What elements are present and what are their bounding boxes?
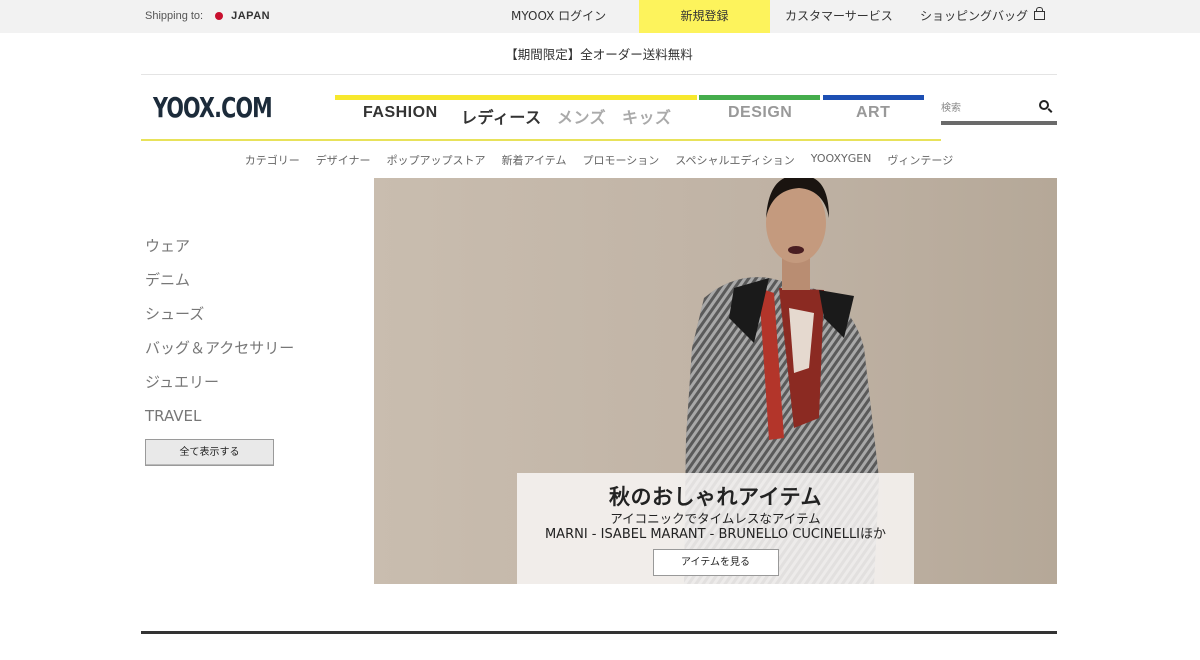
promo-banner[interactable]: 【期間限定】全オーダー送料無料 bbox=[141, 33, 1057, 75]
shipping-country[interactable]: JAPAN bbox=[231, 10, 270, 22]
subnav-yooxygen[interactable]: YOOXYGEN bbox=[811, 152, 872, 168]
subnav-category[interactable]: カテゴリー bbox=[245, 152, 300, 168]
customer-service-link[interactable]: カスタマーサービス bbox=[785, 0, 893, 33]
nav-art[interactable]: ART bbox=[856, 104, 890, 122]
subnav-vintage[interactable]: ヴィンテージ bbox=[887, 152, 953, 168]
subnav-special-edition[interactable]: スペシャルエディション bbox=[675, 152, 794, 168]
japan-flag-icon bbox=[215, 12, 224, 20]
subnav-popup-store[interactable]: ポップアップストア bbox=[387, 152, 486, 168]
sub-navigation: カテゴリー デザイナー ポップアップストア 新着アイテム プロモーション スペシ… bbox=[141, 152, 1057, 168]
register-button[interactable]: 新規登録 bbox=[639, 0, 770, 33]
hero-banner[interactable]: 秋のおしゃれアイテム アイコニックでタイムレスなアイテム MARNI - ISA… bbox=[374, 178, 1057, 584]
category-list: ウェア デニム シューズ バッグ＆アクセサリー ジュエリー TRAVEL bbox=[145, 236, 294, 440]
category-jewelry[interactable]: ジュエリー bbox=[145, 372, 294, 406]
hero-brands: MARNI - ISABEL MARANT - BRUNELLO CUCINEL… bbox=[544, 527, 887, 542]
shopping-bag-link[interactable]: ショッピングバッグ bbox=[920, 0, 1046, 33]
nav-design[interactable]: DESIGN bbox=[728, 104, 792, 122]
design-color-bar bbox=[699, 95, 820, 100]
art-color-bar bbox=[823, 95, 924, 100]
search-box bbox=[941, 96, 1057, 125]
header-divider bbox=[141, 139, 941, 141]
nav-mens[interactable]: メンズ bbox=[557, 104, 606, 128]
hero-subtitle: アイコニックでタイムレスなアイテム bbox=[610, 511, 821, 526]
search-icon[interactable] bbox=[1039, 100, 1049, 110]
subnav-promotion[interactable]: プロモーション bbox=[582, 152, 659, 168]
subnav-designer[interactable]: デザイナー bbox=[316, 152, 371, 168]
nav-fashion[interactable]: FASHION bbox=[363, 104, 438, 122]
show-all-button[interactable]: 全て表示する bbox=[145, 439, 274, 466]
shipping-label: Shipping to: bbox=[145, 10, 204, 22]
search-input[interactable] bbox=[941, 98, 1031, 119]
view-items-button[interactable]: アイテムを見る bbox=[652, 549, 779, 576]
shopping-bag-icon bbox=[1034, 7, 1046, 20]
subnav-new-arrivals[interactable]: 新着アイテム bbox=[502, 152, 567, 168]
category-travel[interactable]: TRAVEL bbox=[145, 406, 294, 440]
footer-divider bbox=[141, 631, 1057, 634]
fashion-color-bar bbox=[335, 95, 697, 100]
top-bar: Shipping to: JAPAN MYOOX ログイン 新規登録 カスタマー… bbox=[0, 0, 1200, 33]
login-link[interactable]: MYOOX ログイン bbox=[511, 0, 606, 33]
hero-overlay: 秋のおしゃれアイテム アイコニックでタイムレスなアイテム MARNI - ISA… bbox=[517, 473, 914, 584]
hero-title: 秋のおしゃれアイテム bbox=[609, 485, 822, 509]
category-wear[interactable]: ウェア bbox=[145, 236, 294, 270]
category-denim[interactable]: デニム bbox=[145, 270, 294, 304]
nav-kids[interactable]: キッズ bbox=[622, 104, 672, 128]
shopping-bag-label: ショッピングバッグ bbox=[920, 9, 1029, 23]
shipping-selector[interactable]: Shipping to: JAPAN bbox=[145, 10, 270, 22]
nav-ladies[interactable]: レディース bbox=[461, 104, 542, 128]
category-bags-accessories[interactable]: バッグ＆アクセサリー bbox=[145, 338, 294, 372]
category-shoes[interactable]: シューズ bbox=[145, 304, 294, 338]
site-logo[interactable]: YOOX.COM bbox=[153, 91, 273, 124]
